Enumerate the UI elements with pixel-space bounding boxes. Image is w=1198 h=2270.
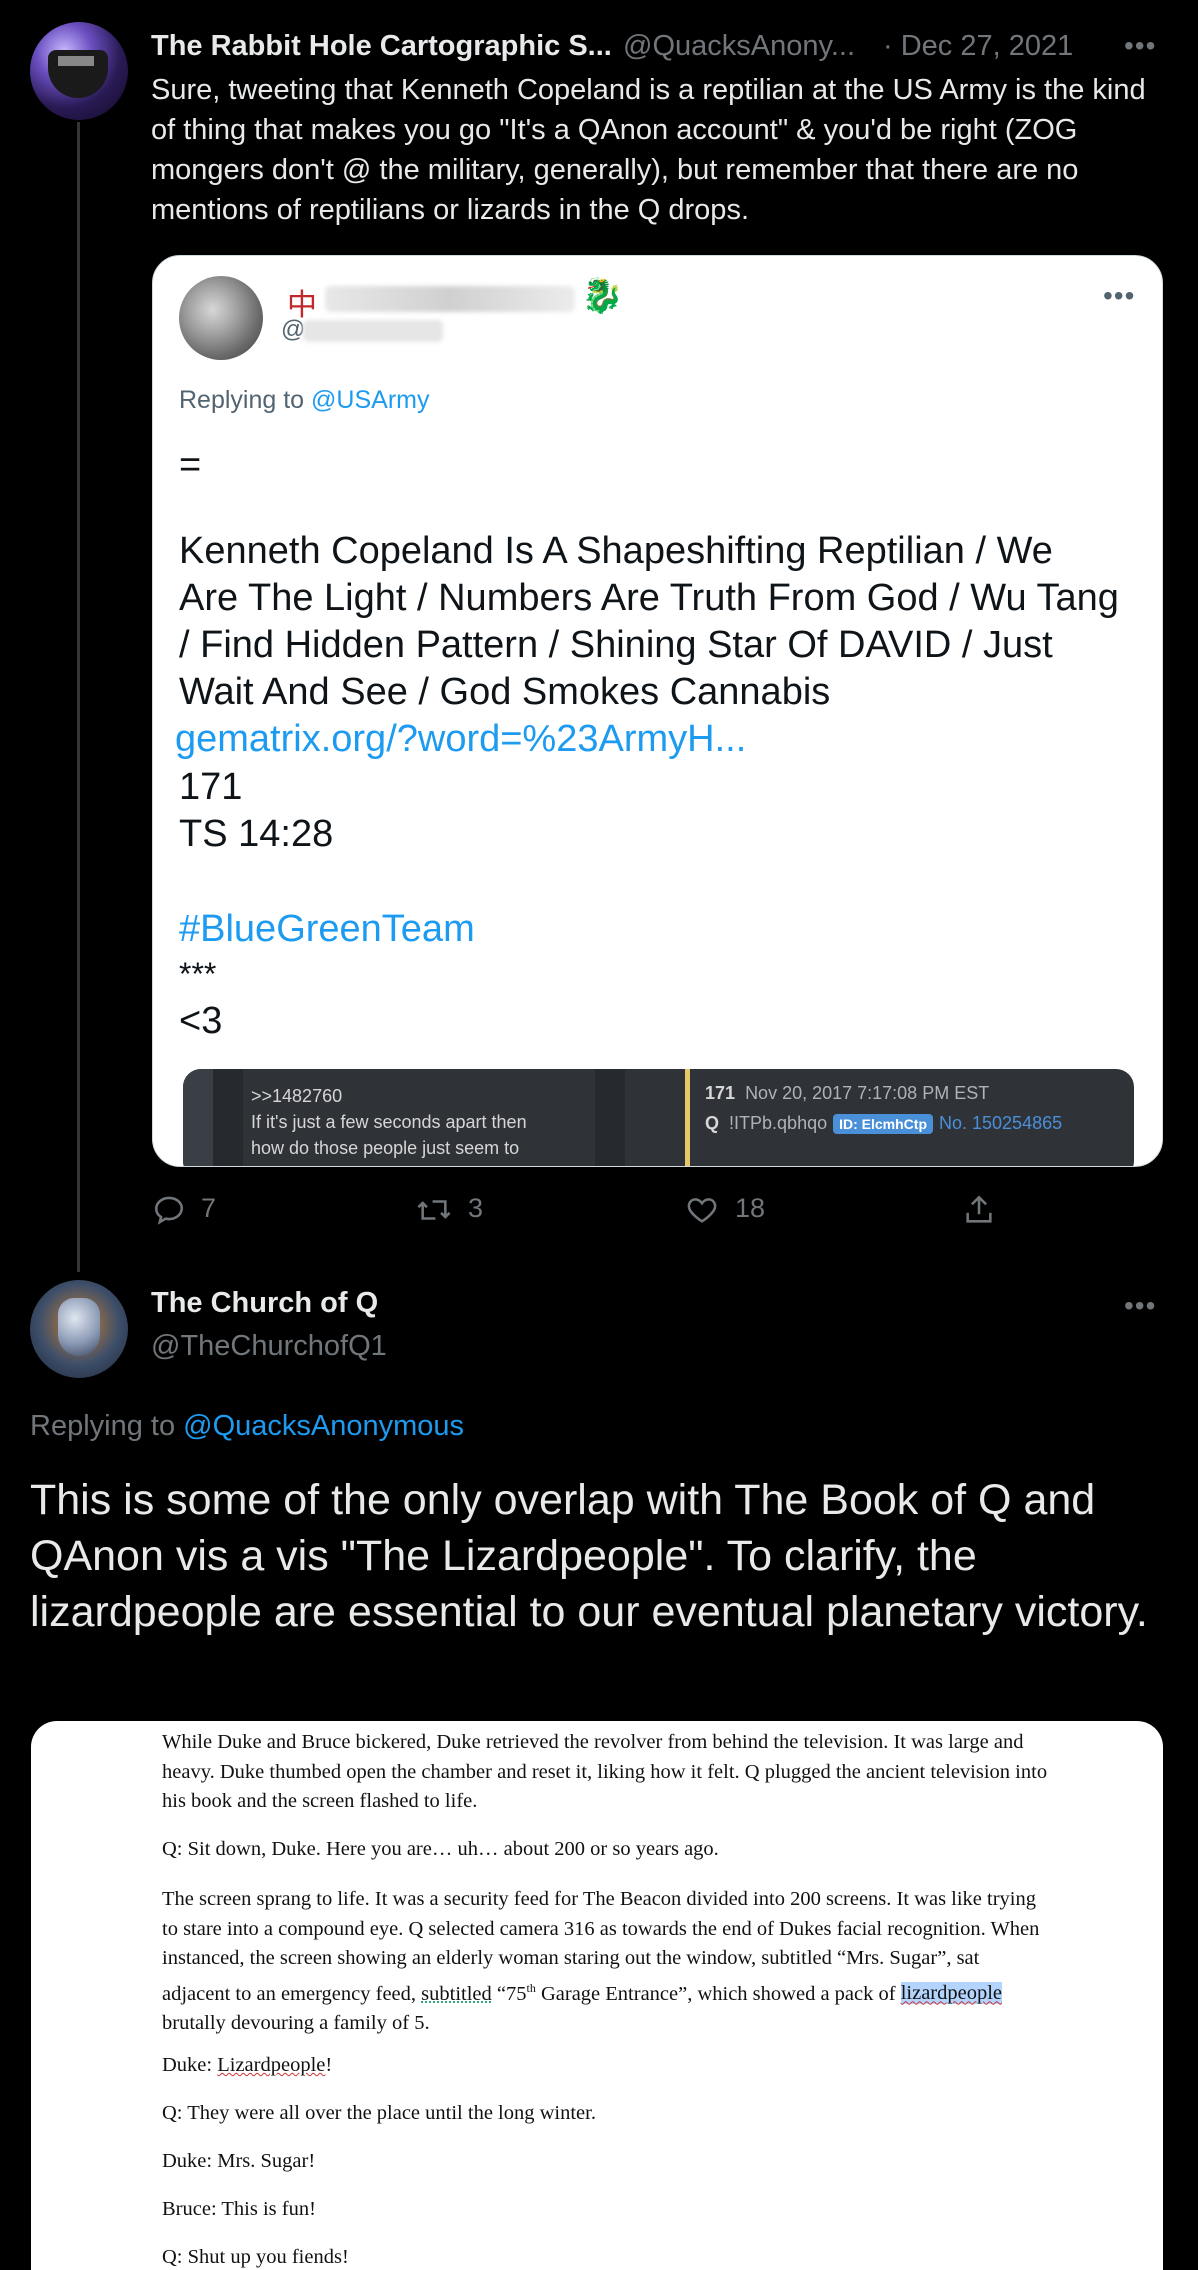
quoted-avatar[interactable] <box>179 276 263 360</box>
tweet-text: This is some of the only overlap with Th… <box>30 1476 1148 1636</box>
embed-author: Q <box>705 1113 720 1133</box>
author-handle[interactable]: @TheChurchofQ1 <box>151 1330 387 1363</box>
embed-meta: Q !ITPb.qbhqo ID: ElcmhCtp No. 150254865 <box>705 1113 1062 1134</box>
like-count: 18 <box>735 1193 766 1224</box>
embed-divider <box>685 1069 690 1166</box>
doc-text: ! <box>325 2054 333 2076</box>
doc-text: Duke: <box>162 2054 213 2076</box>
replying-prefix: Replying to <box>179 386 305 414</box>
doc-paragraph: While Duke and Bruce bickered, Duke retr… <box>162 1731 1048 1812</box>
doc-paragraph: Duke: Lizardpeople! <box>162 2051 1052 2081</box>
embed-post: >>1482760 If it's just a few seconds apar… <box>251 1083 551 1161</box>
doc-paragraph: The screen sprang to life. It was a secu… <box>162 1885 1052 2038</box>
quoted-hashtag[interactable]: #BlueGreenTeam <box>179 908 475 951</box>
more-options-icon[interactable]: ••• <box>1124 30 1156 62</box>
doc-text: brutally devouring a family of 5. <box>162 2011 430 2034</box>
doc-paragraph: Q: Sit down, Duke. Here you are… uh… abo… <box>162 1838 719 1860</box>
doc-paragraph: Q: Shut up you fiends! <box>162 2246 349 2268</box>
quoted-handle-redacted <box>303 320 443 342</box>
replying-to: Replying to @USArmy <box>179 386 429 415</box>
replying-to: Replying to @QuacksAnonymous <box>30 1410 464 1443</box>
tweet-date[interactable]: · Dec 27, 2021 <box>883 30 1073 63</box>
avatar[interactable] <box>30 1280 128 1378</box>
retweet-count: 3 <box>468 1193 484 1224</box>
embed-post-no: No. 150254865 <box>939 1113 1063 1133</box>
replying-to-link[interactable]: @USArmy <box>311 386 429 414</box>
doc-text: “75 <box>496 1982 527 2005</box>
embed-id-badge: ID: ElcmhCtp <box>833 1114 933 1134</box>
author-name[interactable]: The Church of Q <box>151 1287 378 1320</box>
share-button[interactable] <box>962 1193 996 1227</box>
author-handle[interactable]: @QuacksAnony... <box>623 30 855 63</box>
embed-strip <box>595 1069 625 1166</box>
dragon-icon: 🐉 <box>581 277 624 315</box>
quoted-body: Kenneth Copeland Is A Shapeshifting Rept… <box>179 530 1119 713</box>
thread-line <box>77 122 80 1272</box>
quoted-more-icon[interactable]: ••• <box>1103 280 1135 312</box>
embed-header: 171 Nov 20, 2017 7:17:08 PM EST <box>705 1083 989 1104</box>
quoted-link[interactable]: gematrix.org/?word=%23ArmyH... <box>175 718 746 761</box>
replying-prefix: Replying to <box>30 1410 176 1442</box>
embed-strip <box>213 1069 243 1166</box>
quoted-equals: = <box>179 444 202 486</box>
doc-paragraph: Duke: Mrs. Sugar! <box>162 2150 316 2172</box>
avatar[interactable] <box>30 22 128 120</box>
quoted-ts: TS 14:28 <box>179 813 334 855</box>
quoted-number: 171 <box>179 766 243 808</box>
retweet-icon <box>417 1200 451 1220</box>
quoted-handle: @ <box>281 316 306 343</box>
doc-text: Lizardpeople <box>217 2054 326 2076</box>
more-options-icon[interactable]: ••• <box>1124 1290 1156 1322</box>
embed-num: 171 <box>705 1083 736 1103</box>
attached-image[interactable]: While Duke and Bruce bickered, Duke retr… <box>31 1721 1163 2270</box>
reply-icon <box>154 1196 184 1225</box>
retweet-button[interactable]: 3 <box>415 1193 483 1227</box>
tweet-text: Sure, tweeting that Kenneth Copeland is … <box>151 74 1146 226</box>
embedded-image[interactable]: >>1482760 If it's just a few seconds apar… <box>183 1069 1134 1166</box>
embed-trip: !ITPb.qbhqo <box>729 1113 828 1133</box>
quoted-stars: *** <box>179 956 217 992</box>
quoted-name-redacted <box>325 286 575 312</box>
author-name[interactable]: The Rabbit Hole Cartographic S... <box>151 30 612 63</box>
like-button[interactable]: 18 <box>684 1193 765 1227</box>
embed-post-text: If it's just a few seconds apart then ho… <box>251 1112 527 1158</box>
reply-count: 7 <box>201 1193 217 1224</box>
doc-text: subtitled <box>421 1982 492 2005</box>
embed-timestamp: Nov 20, 2017 7:17:08 PM EST <box>745 1083 990 1103</box>
highlighted-word: lizardpeople <box>900 1982 1003 2005</box>
doc-paragraph: Bruce: This is fun! <box>162 2198 316 2220</box>
embed-post-ref: >>1482760 <box>251 1086 343 1106</box>
quoted-heart: <3 <box>179 1000 223 1042</box>
quoted-tweet-card[interactable]: 中 🐉 @ ••• Replying to @USArmy = Kenneth … <box>152 255 1163 1167</box>
heart-icon <box>687 1198 717 1223</box>
replying-to-link[interactable]: @QuacksAnonymous <box>183 1410 464 1442</box>
doc-text: Garage Entrance”, which showed a pack of <box>540 1982 896 2005</box>
doc-text: th <box>526 1980 536 1995</box>
doc-paragraph: Q: They were all over the place until th… <box>162 2102 596 2124</box>
embed-strip <box>183 1069 213 1166</box>
share-icon <box>966 1195 992 1223</box>
reply-button[interactable]: 7 <box>152 1193 216 1227</box>
